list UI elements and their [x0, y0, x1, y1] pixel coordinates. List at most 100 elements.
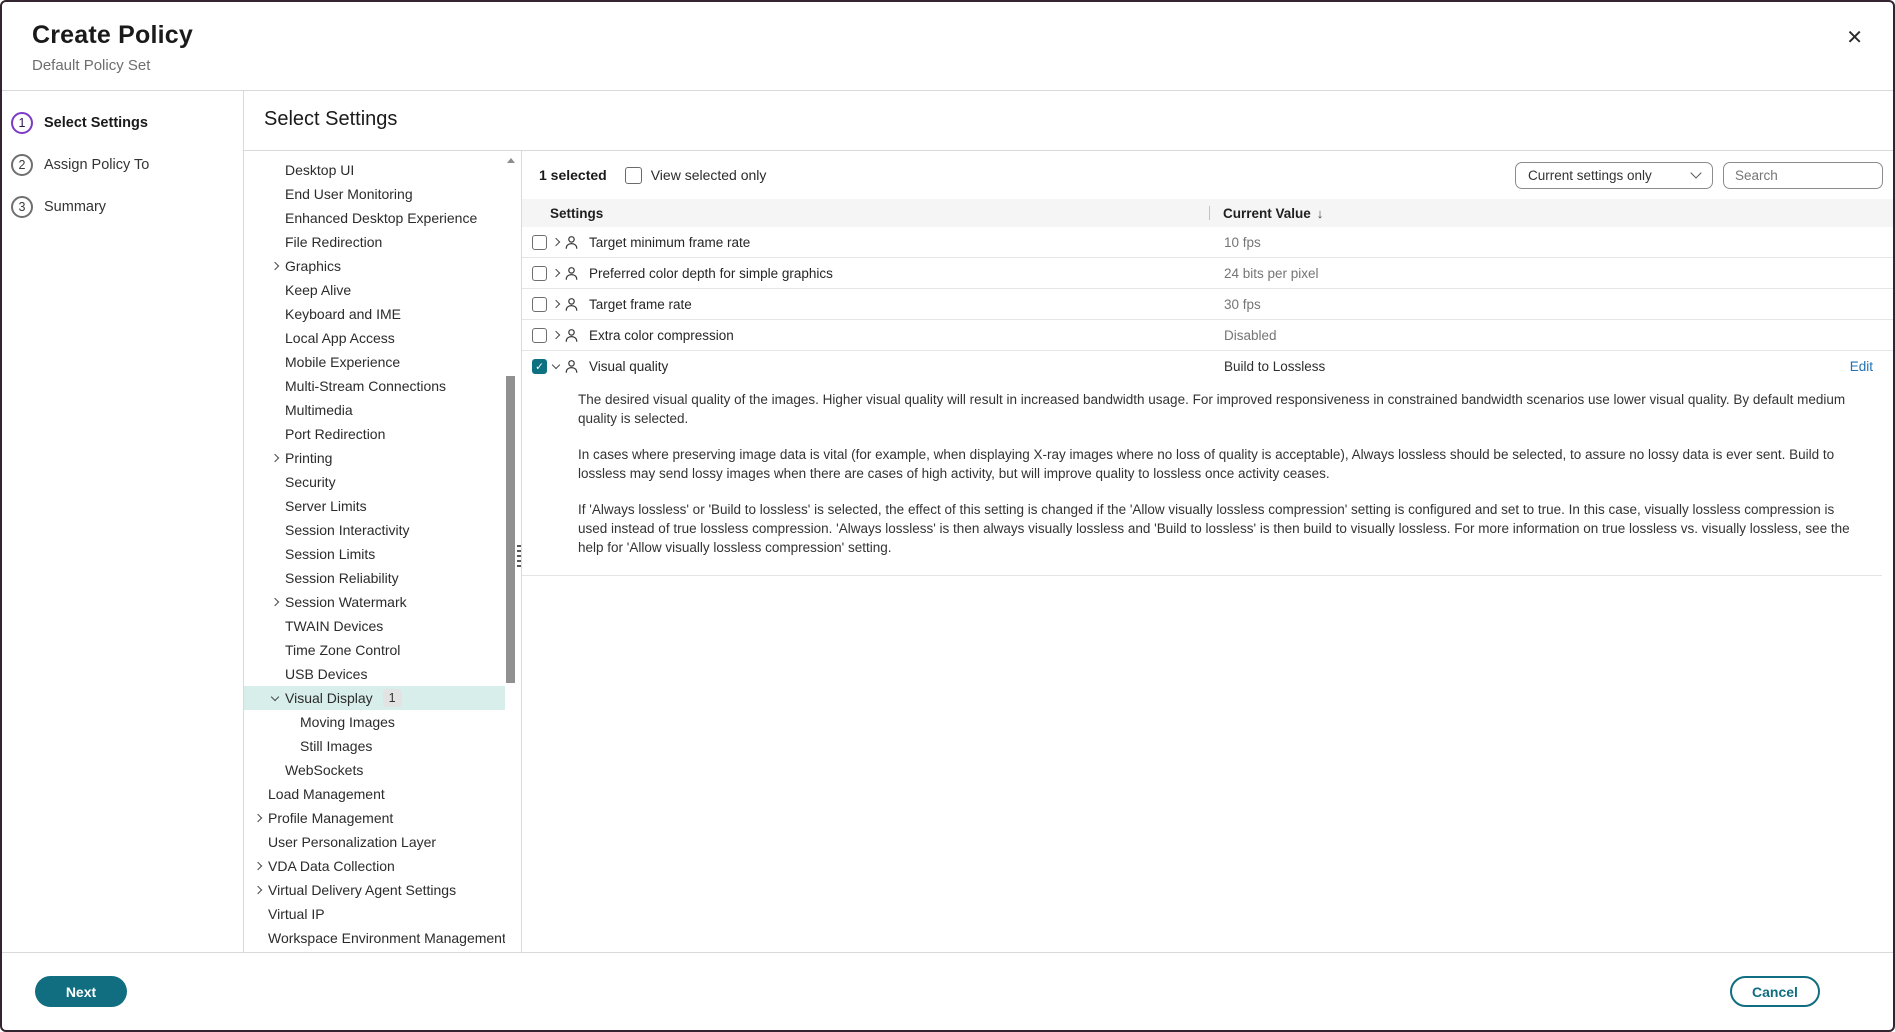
step-number: 1 [11, 112, 33, 134]
category-item-session-limits[interactable]: Session Limits [244, 542, 505, 566]
category-item-end-user-monitoring[interactable]: End User Monitoring [244, 182, 505, 206]
category-item-time-zone-control[interactable]: Time Zone Control [244, 638, 505, 662]
category-item-visual-display[interactable]: Visual Display1 [244, 686, 505, 710]
user-icon [564, 359, 580, 374]
chevron-glyph [552, 269, 560, 277]
category-label: Session Limits [285, 542, 375, 566]
category-item-virtual-ip[interactable]: Virtual IP [244, 902, 505, 926]
column-header-current-value[interactable]: Current Value ↓ [1223, 206, 1323, 221]
selected-settings-count-badge: 1 [383, 689, 402, 707]
create-policy-dialog: Create Policy Default Policy Set ✕ 1Sele… [0, 0, 1895, 1032]
stepper-step-summary[interactable]: 3Summary [11, 196, 243, 218]
chevron-right-icon[interactable] [272, 599, 285, 605]
category-label: Workspace Environment Management [268, 926, 505, 950]
setting-current-value: 30 fps [1224, 297, 1873, 312]
settings-filter-dropdown[interactable]: Current settings only [1515, 162, 1713, 189]
category-item-printing[interactable]: Printing [244, 446, 505, 470]
chevron-right-icon[interactable] [255, 815, 268, 821]
category-label: Local App Access [285, 326, 395, 350]
category-item-workspace-environment-management[interactable]: Workspace Environment Management [244, 926, 505, 950]
chevron-down-icon[interactable] [272, 697, 285, 700]
category-item-virtual-delivery-agent-settings[interactable]: Virtual Delivery Agent Settings [244, 878, 505, 902]
chevron-right-icon[interactable] [553, 332, 564, 338]
category-item-security[interactable]: Security [244, 470, 505, 494]
stepper-step-assign-policy-to[interactable]: 2Assign Policy To [11, 154, 243, 176]
chevron-right-icon[interactable] [255, 863, 268, 869]
category-item-session-watermark[interactable]: Session Watermark [244, 590, 505, 614]
category-item-multimedia[interactable]: Multimedia [244, 398, 505, 422]
settings-rows: Target minimum frame rate10 fpsPreferred… [522, 227, 1893, 576]
category-item-session-interactivity[interactable]: Session Interactivity [244, 518, 505, 542]
chevron-glyph [254, 814, 262, 822]
category-label: Mobile Experience [285, 350, 400, 374]
panel-resize-grip[interactable] [517, 545, 521, 570]
category-item-graphics[interactable]: Graphics [244, 254, 505, 278]
category-item-enhanced-desktop-experience[interactable]: Enhanced Desktop Experience [244, 206, 505, 230]
setting-row-extra-color-compression: Extra color compressionDisabled [522, 320, 1893, 351]
category-item-server-limits[interactable]: Server Limits [244, 494, 505, 518]
edit-link[interactable]: Edit [1850, 359, 1873, 374]
category-item-session-reliability[interactable]: Session Reliability [244, 566, 505, 590]
category-item-multi-stream-connections[interactable]: Multi-Stream Connections [244, 374, 505, 398]
close-icon[interactable]: ✕ [1846, 28, 1863, 48]
view-selected-checkbox[interactable] [625, 167, 642, 184]
category-item-load-management[interactable]: Load Management [244, 782, 505, 806]
scroll-up-arrow-icon[interactable] [507, 158, 515, 163]
chevron-right-icon[interactable] [272, 455, 285, 461]
category-item-profile-management[interactable]: Profile Management [244, 806, 505, 830]
description-paragraph: In cases where preserving image data is … [578, 445, 1862, 483]
category-item-usb-devices[interactable]: USB Devices [244, 662, 505, 686]
category-item-file-redirection[interactable]: File Redirection [244, 230, 505, 254]
category-scrollbar[interactable] [506, 157, 516, 948]
category-item-keep-alive[interactable]: Keep Alive [244, 278, 505, 302]
category-item-vda-data-collection[interactable]: VDA Data Collection [244, 854, 505, 878]
category-item-websockets[interactable]: WebSockets [244, 758, 505, 782]
setting-current-value: 10 fps [1224, 235, 1873, 250]
category-label: Graphics [285, 254, 341, 278]
content-body: Desktop UIEnd User MonitoringEnhanced De… [244, 151, 1893, 952]
stepper-step-select-settings[interactable]: 1Select Settings [11, 112, 243, 134]
category-label: Keyboard and IME [285, 302, 401, 326]
policy-set-subtitle: Default Policy Set [32, 57, 1893, 74]
row-checkbox[interactable] [532, 235, 547, 250]
category-item-mobile-experience[interactable]: Mobile Experience [244, 350, 505, 374]
chevron-right-icon[interactable] [553, 270, 564, 276]
user-icon [564, 328, 580, 343]
scrollbar-thumb[interactable] [506, 376, 515, 683]
cancel-button[interactable]: Cancel [1730, 976, 1820, 1007]
chevron-right-icon[interactable] [255, 887, 268, 893]
category-label: Time Zone Control [285, 638, 400, 662]
chevron-right-icon[interactable] [553, 301, 564, 307]
category-item-keyboard-and-ime[interactable]: Keyboard and IME [244, 302, 505, 326]
column-header-settings[interactable]: Settings [550, 206, 1209, 221]
category-label: Keep Alive [285, 278, 351, 302]
chevron-right-icon[interactable] [272, 263, 285, 269]
chevron-right-icon[interactable] [553, 239, 564, 245]
category-label: VDA Data Collection [268, 854, 395, 878]
search-input[interactable] [1723, 162, 1883, 189]
row-checkbox[interactable] [532, 297, 547, 312]
category-item-twain-devices[interactable]: TWAIN Devices [244, 614, 505, 638]
chevron-glyph [271, 692, 279, 700]
row-checkbox[interactable] [532, 328, 547, 343]
setting-current-value: Build to Lossless [1224, 359, 1818, 374]
category-item-user-personalization-layer[interactable]: User Personalization Layer [244, 830, 505, 854]
chevron-glyph [254, 886, 262, 894]
category-item-local-app-access[interactable]: Local App Access [244, 326, 505, 350]
category-label: Printing [285, 446, 332, 470]
category-item-port-redirection[interactable]: Port Redirection [244, 422, 505, 446]
category-item-moving-images[interactable]: Moving Images [244, 710, 505, 734]
next-button[interactable]: Next [35, 976, 127, 1007]
dialog-footer: Next Cancel [2, 952, 1893, 1030]
category-item-desktop-ui[interactable]: Desktop UI [244, 158, 505, 182]
dialog-header: Create Policy Default Policy Set ✕ [2, 2, 1893, 91]
description-paragraph: The desired visual quality of the images… [578, 390, 1862, 428]
row-checkbox-checked[interactable]: ✓ [532, 359, 547, 374]
chevron-down-icon[interactable] [553, 365, 564, 368]
category-item-still-images[interactable]: Still Images [244, 734, 505, 758]
category-label: Desktop UI [285, 158, 354, 182]
row-checkbox[interactable] [532, 266, 547, 281]
step-label: Summary [44, 199, 106, 215]
category-label: Virtual Delivery Agent Settings [268, 878, 456, 902]
settings-toolbar: 1 selected View selected only Current se… [522, 151, 1893, 199]
